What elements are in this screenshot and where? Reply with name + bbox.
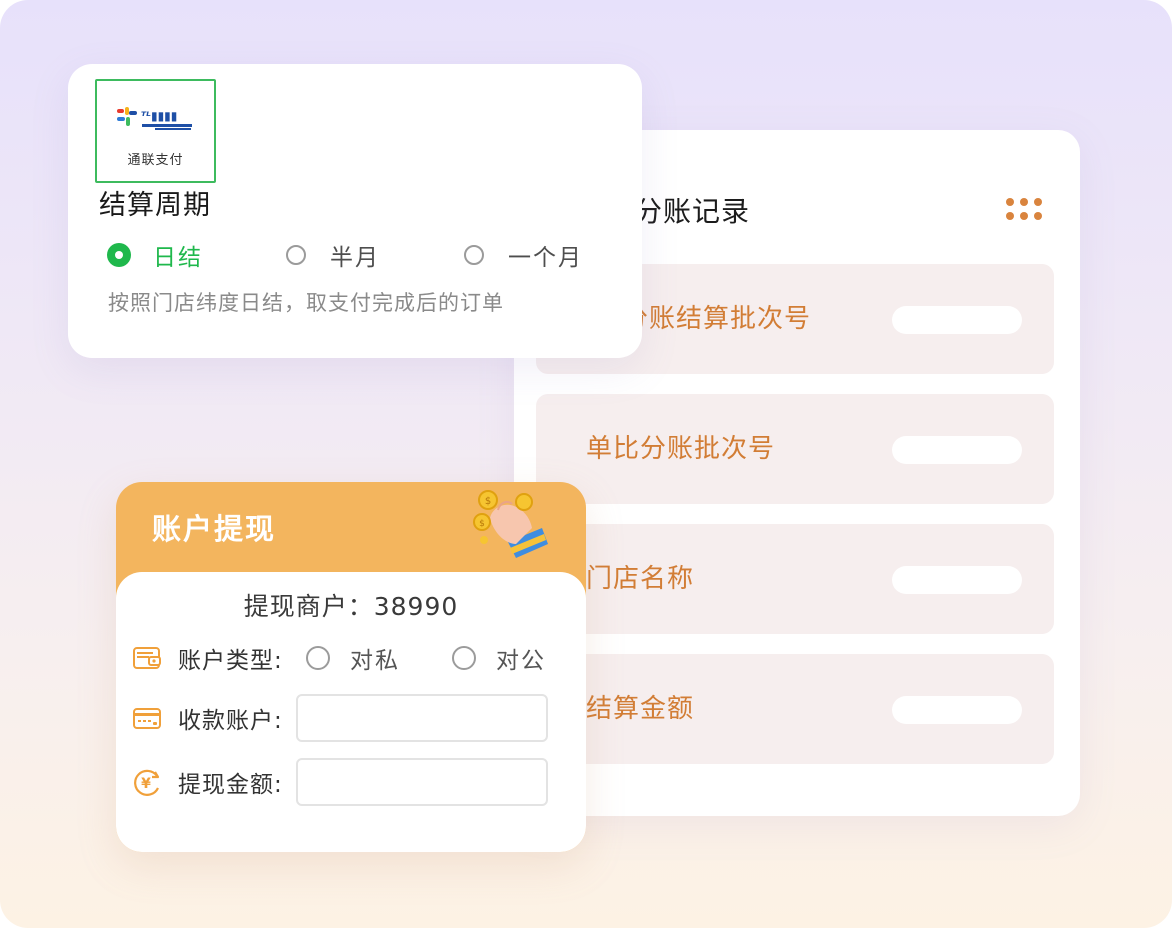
more-menu-icon[interactable] bbox=[1006, 198, 1046, 220]
bank-card-icon bbox=[133, 708, 161, 729]
cycle-option-label: 半月 bbox=[330, 245, 380, 271]
record-value-placeholder bbox=[892, 696, 1022, 724]
settlement-cycle-card: ᵀᴸ▮▮▮▮ 通联支付 结算周期 日结 半月 一个月 按照门店纬度日结，取支付完… bbox=[68, 64, 642, 358]
account-type-private[interactable]: 对私 bbox=[306, 641, 400, 675]
record-value-placeholder bbox=[892, 436, 1022, 464]
radio-unchecked-icon[interactable] bbox=[306, 646, 330, 670]
cycle-option-daily[interactable]: 日结 bbox=[107, 240, 203, 271]
record-label: 门店名称 bbox=[586, 564, 695, 594]
split-record-title: 分账记录 bbox=[634, 195, 751, 228]
svg-text:ᵀᴸ▮▮▮▮: ᵀᴸ▮▮▮▮ bbox=[141, 109, 177, 123]
receiving-account-row: 收款账户: bbox=[132, 694, 548, 742]
account-type-row: 账户类型: 对私 对公 bbox=[132, 634, 598, 682]
record-value-placeholder bbox=[892, 566, 1022, 594]
receiving-account-label: 收款账户: bbox=[178, 708, 283, 734]
withdraw-amount-input[interactable] bbox=[296, 758, 548, 806]
radio-unchecked-icon[interactable] bbox=[286, 245, 306, 265]
cycle-option-label: 一个月 bbox=[508, 245, 583, 271]
record-label: 结算金额 bbox=[586, 694, 695, 724]
radio-checked-icon[interactable] bbox=[107, 243, 131, 267]
cycle-option-month[interactable]: 一个月 bbox=[464, 240, 583, 271]
withdraw-form: 提现商户：38990 账户类型: 对私 对公 收款账户: ¥ 提现金额: bbox=[116, 572, 586, 852]
record-label: 分账结算批次号 bbox=[622, 304, 812, 334]
yuan-coin-icon: ¥ bbox=[134, 769, 160, 796]
wallet-icon bbox=[133, 647, 161, 669]
settlement-cycle-description: 按照门店纬度日结，取支付完成后的订单 bbox=[108, 291, 504, 315]
record-value-placeholder bbox=[892, 306, 1022, 334]
allinpay-logo-icon: ᵀᴸ▮▮▮▮ bbox=[117, 107, 192, 130]
receiving-account-input[interactable] bbox=[296, 694, 548, 742]
record-label: 单比分账批次号 bbox=[586, 434, 776, 464]
withdraw-title: 账户提现 bbox=[152, 512, 277, 546]
cycle-option-label: 日结 bbox=[153, 245, 203, 271]
allinpay-logo-box: ᵀᴸ▮▮▮▮ 通联支付 bbox=[95, 79, 216, 183]
record-row-single-batch-no[interactable]: 单比分账批次号 bbox=[536, 394, 1054, 504]
account-type-public[interactable]: 对公 bbox=[452, 641, 546, 675]
radio-unchecked-icon[interactable] bbox=[464, 245, 484, 265]
withdraw-amount-row: ¥ 提现金额: bbox=[132, 758, 548, 806]
cycle-option-half-month[interactable]: 半月 bbox=[286, 240, 380, 271]
withdraw-merchant: 提现商户：38990 bbox=[243, 592, 459, 621]
logo-caption: 通联支付 bbox=[127, 153, 184, 168]
svg-text:¥: ¥ bbox=[141, 776, 151, 792]
withdraw-card: 账户提现 $ $ 提现商户：38990 账户类型: 对私 对公 收款账户: ¥ … bbox=[116, 482, 586, 852]
settlement-cycle-title: 结算周期 bbox=[99, 190, 211, 221]
svg-text:$: $ bbox=[485, 496, 491, 507]
background-canvas: 分账记录 分账结算批次号 单比分账批次号 门店名称 结算金额 ᵀᴸ▮▮▮▮ 通联… bbox=[0, 0, 1172, 928]
record-row-settlement-amount[interactable]: 结算金额 bbox=[536, 654, 1054, 764]
radio-unchecked-icon[interactable] bbox=[452, 646, 476, 670]
svg-text:$: $ bbox=[479, 519, 485, 529]
coin-hand-icon: $ $ bbox=[473, 490, 548, 558]
account-type-options: 对私 对公 bbox=[306, 641, 598, 675]
account-type-option-label: 对私 bbox=[350, 648, 400, 674]
record-row-store-name[interactable]: 门店名称 bbox=[536, 524, 1054, 634]
account-type-option-label: 对公 bbox=[496, 648, 546, 674]
account-type-label: 账户类型: bbox=[178, 648, 283, 674]
withdraw-amount-label: 提现金额: bbox=[178, 772, 283, 798]
